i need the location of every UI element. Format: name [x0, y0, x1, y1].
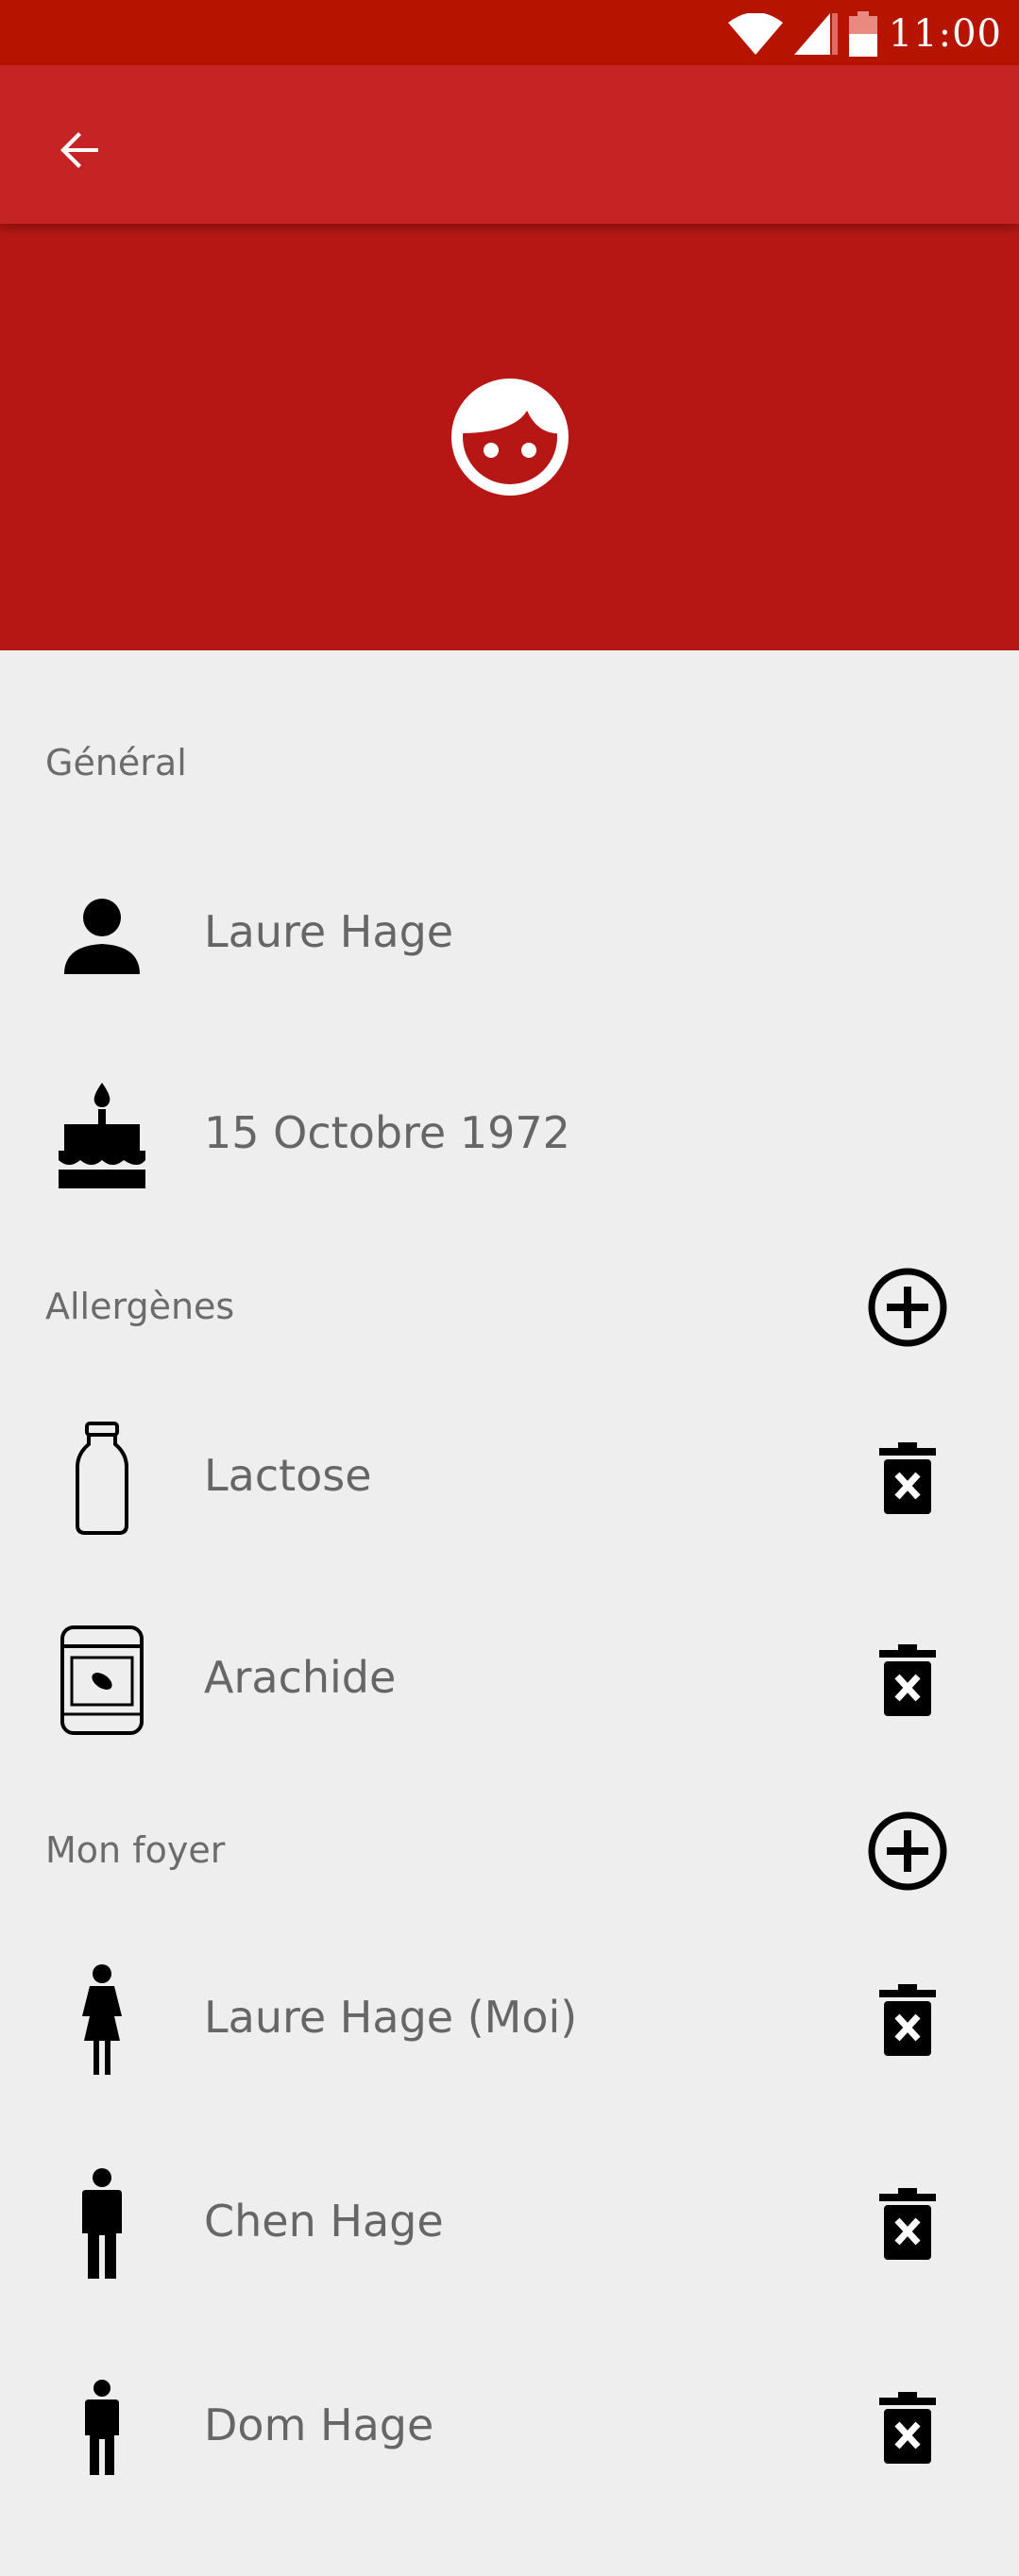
- avatar[interactable]: [451, 379, 569, 496]
- profile-header: [0, 224, 1019, 650]
- status-bar: 11:00: [0, 0, 1019, 65]
- allergen-label: Lactose: [204, 1450, 372, 1501]
- section-household-header: Mon foyer: [45, 1829, 226, 1871]
- delete-icon: [879, 2188, 936, 2260]
- delete-allergen-button[interactable]: [860, 1633, 955, 1727]
- battery-icon: [848, 11, 877, 57]
- face-icon: [451, 379, 569, 496]
- woman-icon: [55, 1963, 149, 2077]
- add-circle-icon: [868, 1811, 947, 1891]
- milk-bottle-icon: [55, 1422, 149, 1535]
- member-name: Laure Hage (Moi): [204, 1992, 578, 2043]
- status-icons: 11:00: [727, 9, 1002, 59]
- add-circle-icon: [868, 1268, 947, 1347]
- delete-icon: [879, 1442, 936, 1514]
- peanut-jar-icon: [55, 1624, 149, 1737]
- child-icon: [55, 2371, 149, 2484]
- back-button[interactable]: [45, 116, 113, 184]
- person-icon: [55, 878, 149, 991]
- section-general-header: Général: [45, 742, 187, 783]
- wifi-icon: [727, 13, 783, 55]
- birthday-cake-icon: [55, 1079, 149, 1192]
- app-bar: [0, 65, 1019, 224]
- status-time: 11:00: [888, 12, 1002, 56]
- profile-name: Laure Hage: [204, 906, 454, 957]
- delete-member-button[interactable]: [860, 2177, 955, 2271]
- delete-member-button[interactable]: [860, 2381, 955, 2475]
- man-icon: [55, 2167, 149, 2281]
- add-member-button[interactable]: [860, 1804, 955, 1898]
- signal-icon: [793, 13, 838, 55]
- add-allergen-button[interactable]: [860, 1260, 955, 1355]
- arrow-back-icon: [60, 132, 98, 168]
- delete-allergen-button[interactable]: [860, 1431, 955, 1525]
- profile-birthdate: 15 Octobre 1972: [204, 1107, 570, 1158]
- delete-icon: [879, 2392, 936, 2464]
- delete-icon: [879, 1644, 936, 1716]
- section-allergens-header: Allergènes: [45, 1286, 235, 1327]
- allergen-label: Arachide: [204, 1652, 397, 1703]
- delete-member-button[interactable]: [860, 1973, 955, 2067]
- member-name: Chen Hage: [204, 2196, 444, 2247]
- delete-icon: [879, 1984, 936, 2056]
- member-name: Dom Hage: [204, 2399, 434, 2450]
